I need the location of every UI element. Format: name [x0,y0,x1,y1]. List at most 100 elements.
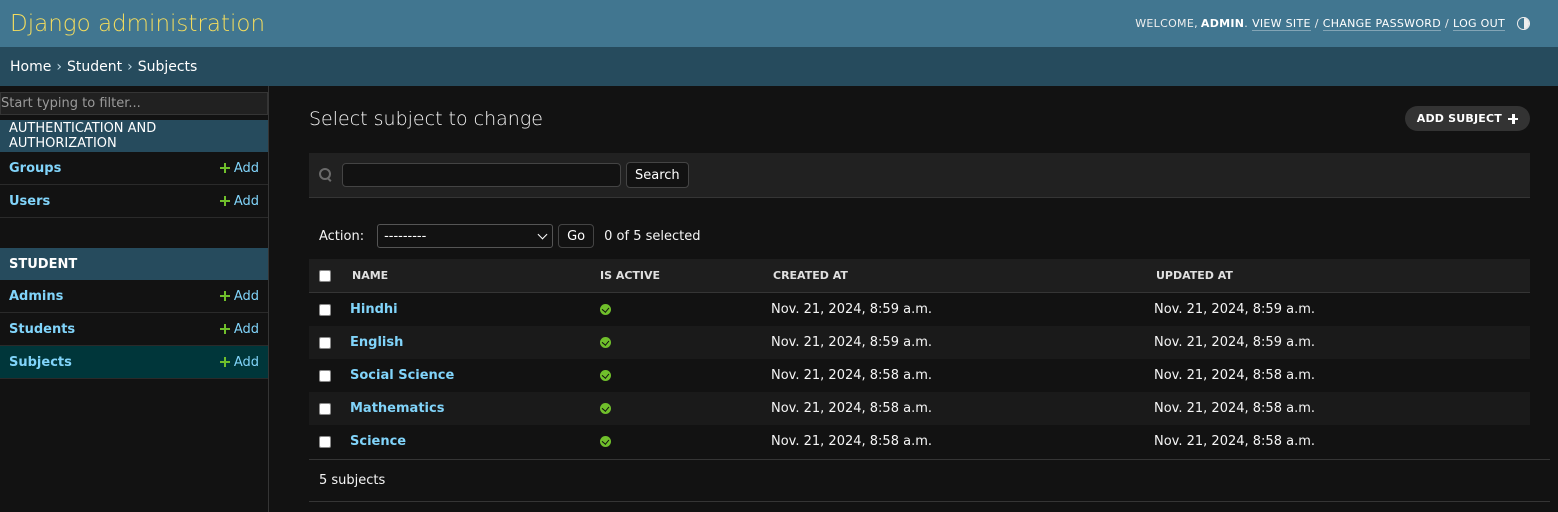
plus-icon [1508,113,1518,124]
add-students-link[interactable]: Add [219,322,259,337]
add-subject-button[interactable]: ADD SUBJECT [1404,106,1530,131]
log-out-link[interactable]: LOG OUT [1453,17,1505,31]
updated-at-cell: Nov. 21, 2024, 8:59 a.m. [1154,302,1316,317]
plus-icon [219,291,230,301]
add-subject-label: ADD SUBJECT [1416,112,1502,125]
updated-at-cell: Nov. 21, 2024, 8:58 a.m. [1154,434,1316,449]
sidebar-item-admins: Admins Add [0,280,268,313]
subject-link[interactable]: English [350,335,403,350]
row-select-cell [319,392,331,425]
slash-separator: / [1445,17,1450,30]
column-header-name[interactable]: NAME [352,259,388,292]
add-admins-link[interactable]: Add [219,288,259,304]
check-circle-icon [600,370,611,381]
created-at-cell: Nov. 21, 2024, 8:58 a.m. [771,368,933,383]
search-button[interactable]: Search [626,162,689,188]
check-circle-icon [600,304,611,315]
nav-filter-input[interactable] [0,92,268,115]
row-checkbox[interactable] [319,402,331,415]
module-caption-student[interactable]: Student [0,248,268,280]
breadcrumb-separator: › [127,58,133,75]
username: ADMIN [1200,17,1245,30]
breadcrumb-home[interactable]: Home [10,59,51,75]
breadcrumb-separator: › [56,58,62,75]
slash-separator: / [1314,17,1319,30]
check-circle-icon [600,337,611,348]
row-select-cell [319,326,331,359]
plus-icon [219,357,230,367]
sidebar-item-label[interactable]: Subjects [9,355,72,370]
module-caption-auth[interactable]: Authentication and Authorization [0,120,268,152]
welcome-text: WELCOME, [1135,17,1198,30]
sidebar-item-users: Users Add [0,185,268,218]
table-row: Mathematics Nov. 21, 2024, 8:58 a.m. Nov… [309,392,1530,425]
table-row: Science Nov. 21, 2024, 8:58 a.m. Nov. 21… [309,425,1530,458]
is-active-cell [600,425,611,458]
column-header-created-at[interactable]: CREATED AT [773,259,848,292]
site-branding[interactable]: Django administration [10,11,265,37]
subject-link[interactable]: Hindhi [350,302,398,317]
site-header: Django administration WELCOME, ADMIN. VI… [0,0,1558,47]
row-checkbox[interactable] [319,303,331,316]
created-at-cell: Nov. 21, 2024, 8:59 a.m. [771,302,933,317]
add-label: Add [233,193,259,209]
sidebar-item-groups: Groups Add [0,152,268,185]
name-cell: Hindhi [350,293,398,326]
name-cell: Mathematics [350,392,444,425]
add-subjects-link[interactable]: Add [219,354,259,370]
is-active-cell [600,392,611,425]
select-all-checkbox[interactable] [319,269,331,282]
name-cell: Social Science [350,359,454,392]
plus-icon [219,196,230,206]
column-header-updated-at[interactable]: UPDATED AT [1156,259,1233,292]
go-button[interactable]: Go [558,224,595,248]
is-active-cell [600,359,611,392]
breadcrumb-current: Subjects [137,58,198,75]
change-password-link[interactable]: CHANGE PASSWORD [1322,17,1442,31]
sidebar-item-label[interactable]: Groups [9,161,61,176]
row-select-cell [319,293,331,326]
table-row: English Nov. 21, 2024, 8:59 a.m. Nov. 21… [309,326,1530,359]
is-active-cell [600,326,611,359]
check-circle-icon [600,403,611,414]
is-active-cell [600,293,611,326]
result-count: 5 subjects [309,459,1550,502]
table-header: NAME IS ACTIVE CREATED AT UPDATED AT [309,259,1530,293]
sidebar-item-label[interactable]: Students [9,322,75,337]
table-row: Hindhi Nov. 21, 2024, 8:59 a.m. Nov. 21,… [309,293,1530,326]
page-title: Select subject to change [309,108,543,130]
subject-link[interactable]: Social Science [350,368,454,383]
row-checkbox[interactable] [319,435,331,448]
add-users-link[interactable]: Add [219,193,259,209]
row-checkbox[interactable] [319,336,331,349]
search-input[interactable] [342,163,621,187]
nav-sidebar: Authentication and Authorization Groups … [0,86,269,512]
updated-at-cell: Nov. 21, 2024, 8:58 a.m. [1154,368,1316,383]
subject-link[interactable]: Science [350,434,406,449]
theme-toggle-icon[interactable] [1517,17,1530,30]
action-label: Action: [319,228,365,244]
add-label: Add [233,354,259,370]
name-cell: Science [350,425,406,458]
created-at-cell: Nov. 21, 2024, 8:58 a.m. [771,401,933,416]
sidebar-item-students: Students Add [0,313,268,346]
column-header-is-active[interactable]: IS ACTIVE [600,259,660,292]
name-cell: English [350,326,403,359]
updated-at-cell: Nov. 21, 2024, 8:58 a.m. [1154,401,1316,416]
view-site-link[interactable]: VIEW SITE [1252,17,1311,31]
sidebar-item-subjects: Subjects Add [0,346,268,379]
add-label: Add [233,288,259,304]
add-groups-link[interactable]: Add [219,161,259,176]
created-at-cell: Nov. 21, 2024, 8:59 a.m. [771,335,933,350]
subject-link[interactable]: Mathematics [350,401,444,416]
plus-icon [219,324,230,334]
breadcrumb-app[interactable]: Student [67,59,122,75]
row-checkbox[interactable] [319,369,331,382]
created-at-cell: Nov. 21, 2024, 8:58 a.m. [771,434,933,449]
action-selected-value: --------- [384,228,427,244]
sidebar-item-label[interactable]: Admins [9,289,63,304]
actions-bar: Action: --------- Go 0 of 5 selected [309,223,700,249]
action-select[interactable]: --------- [377,224,554,248]
sidebar-item-label[interactable]: Users [9,194,50,209]
period-text: . [1244,17,1249,30]
